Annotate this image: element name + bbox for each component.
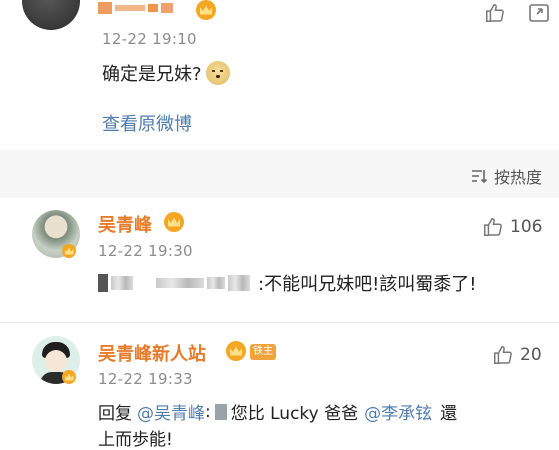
like-count: 106	[510, 217, 543, 237]
tiny-emoji-icon	[214, 403, 227, 420]
masked-name-blob	[98, 2, 112, 14]
fan-badge: 铁主	[250, 344, 276, 360]
comment-body: 确定是兄妹?	[102, 64, 202, 85]
thumb-up-icon	[494, 346, 512, 364]
masked-name-blob	[161, 3, 173, 13]
comment-time: 12-22 19:30	[98, 242, 193, 260]
vip-badge-icon	[226, 341, 246, 361]
reply-prefix: 回复	[98, 404, 132, 424]
comment-body-end: 還	[440, 404, 458, 424]
like-button[interactable]: 106	[482, 216, 542, 238]
comment-time: 12-22 19:10	[102, 30, 197, 48]
divider	[0, 322, 559, 323]
comment-time: 12-22 19:33	[98, 370, 193, 388]
vip-badge-icon	[62, 370, 76, 384]
like-button[interactable]: 20	[492, 344, 542, 366]
comment-text: 回复 @吴青峰 : 您比 Lucky 爸爸 @李承铉 還	[98, 399, 458, 425]
doge-eye-icon	[219, 70, 223, 72]
sort-icon	[472, 170, 488, 184]
blur-block	[156, 278, 204, 288]
masked-name-blob	[148, 4, 158, 12]
avatar-top[interactable]	[22, 0, 80, 30]
comment-body: 您比 Lucky 爸爸	[230, 404, 359, 424]
comment-text: 确定是兄妹?	[102, 60, 230, 86]
username[interactable]: 吴青峰新人站	[98, 340, 206, 366]
blur-block	[111, 276, 133, 290]
comment-text-cutoff: 上而歩能!	[98, 430, 173, 450]
view-original-link[interactable]: 查看原微博	[102, 110, 192, 136]
mention-link[interactable]: @吴青峰	[137, 399, 205, 424]
vip-badge-icon	[164, 212, 184, 232]
blur-block	[207, 277, 225, 289]
reply-colon: :	[205, 401, 211, 422]
comment-body: :不能叫兄妹吧!該叫蜀黍了!	[258, 274, 477, 295]
mention-link[interactable]: @李承铉	[364, 399, 432, 424]
avatar-face	[45, 350, 67, 372]
vip-badge-icon	[62, 244, 76, 258]
thumb-up-icon	[484, 218, 502, 236]
blur-block	[98, 274, 108, 292]
like-icon-top[interactable]	[484, 2, 506, 24]
doge-eye-icon	[211, 70, 215, 72]
vip-badge-icon	[196, 0, 216, 20]
like-count: 20	[520, 345, 542, 365]
comment-text: :不能叫兄妹吧!該叫蜀黍了!	[98, 270, 477, 296]
masked-mention	[98, 274, 250, 292]
username[interactable]: 吴青峰	[98, 211, 152, 237]
doge-nose-icon	[215, 75, 220, 78]
sort-toggle[interactable]: 按热度	[470, 164, 542, 188]
masked-name-blob	[115, 5, 145, 11]
doge-emoji-icon	[205, 61, 230, 85]
share-icon-top[interactable]	[528, 2, 552, 24]
blur-block	[228, 275, 250, 291]
masked-username[interactable]	[98, 0, 173, 16]
sort-label: 按热度	[494, 168, 543, 187]
